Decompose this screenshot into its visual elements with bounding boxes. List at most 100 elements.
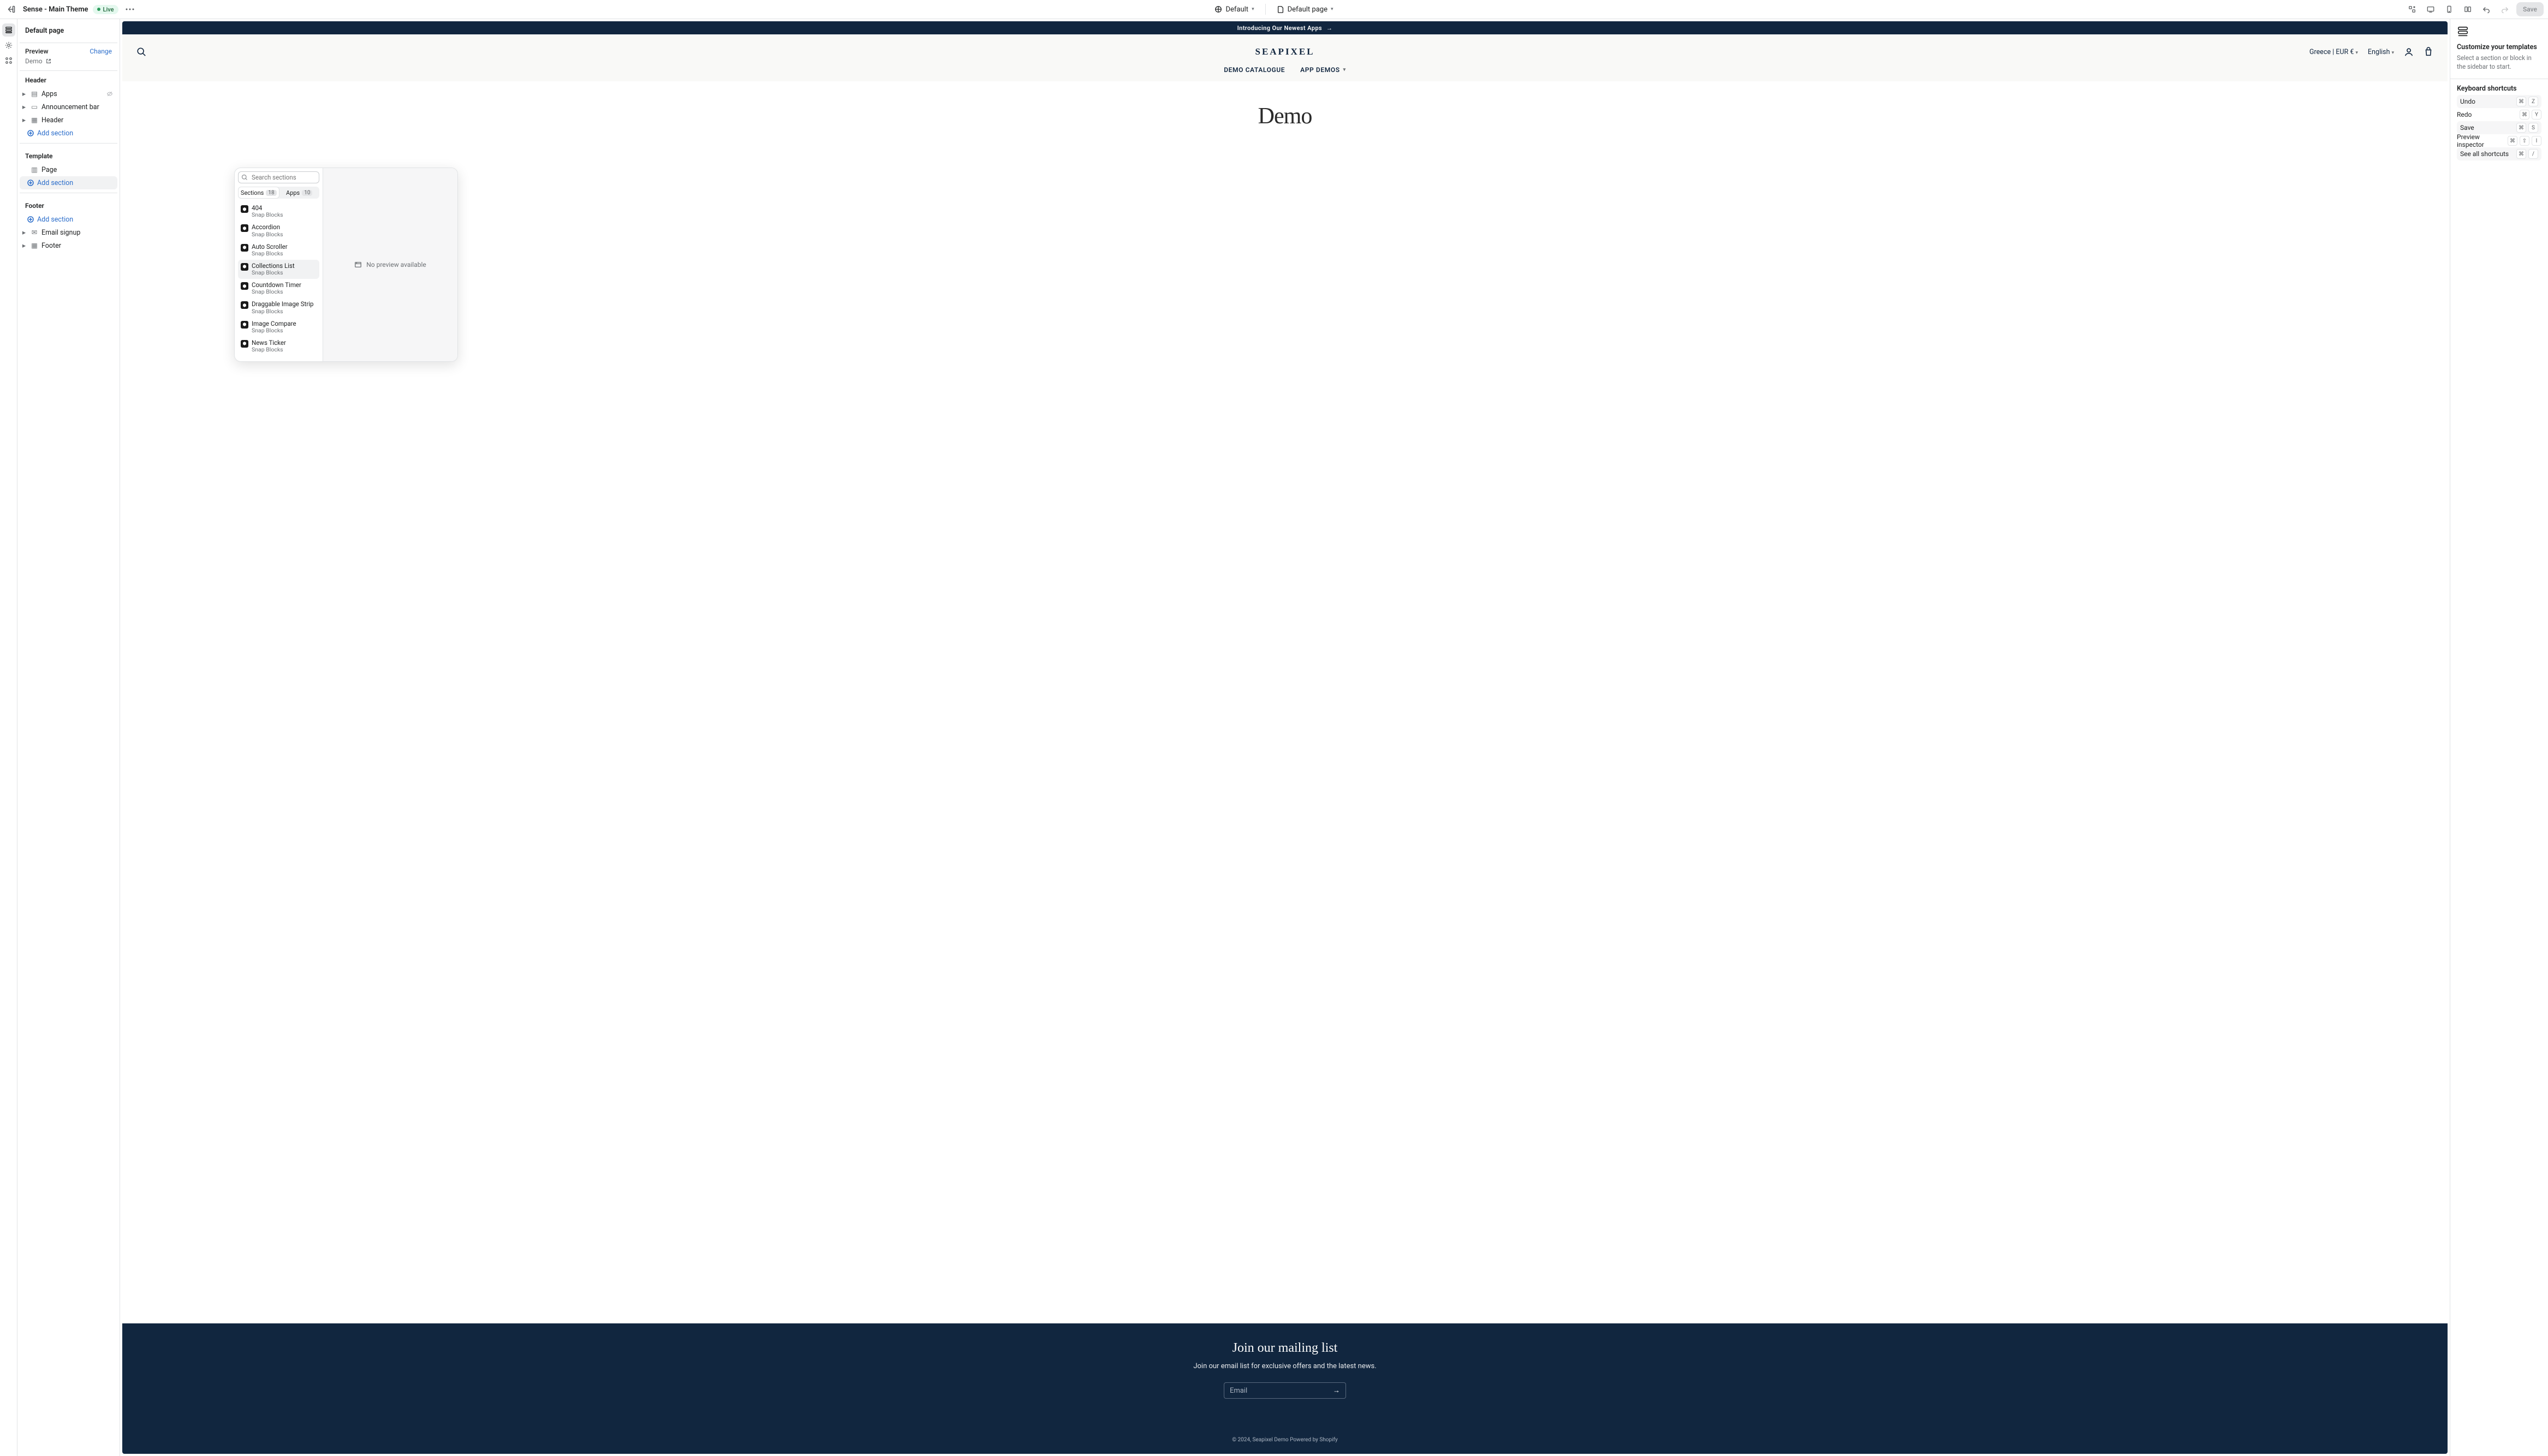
fullscreen-view-icon[interactable] [2461, 2, 2475, 16]
settings-rail-icon[interactable] [2, 39, 15, 52]
mobile-view-icon[interactable] [2442, 2, 2456, 16]
chevron-down-icon: ▾ [1343, 67, 1346, 73]
section-option[interactable]: ⬢Collections ListSnap Blocks [238, 260, 319, 279]
group-footer: Footer [20, 196, 117, 213]
bar-icon: ▭ [31, 103, 38, 111]
account-icon[interactable] [2404, 47, 2414, 57]
cart-icon[interactable] [2424, 47, 2433, 57]
add-section-template[interactable]: Add section [20, 176, 117, 189]
viewport-selector[interactable]: Default ▾ [1210, 2, 1258, 17]
chevron-down-icon: ▾ [2391, 50, 2394, 56]
inspector-toggle-icon[interactable] [2405, 2, 2419, 16]
section-option[interactable]: ⬢Countdown TimerSnap Blocks [238, 279, 319, 298]
separator [1265, 4, 1266, 15]
exit-editor-icon[interactable] [4, 2, 19, 16]
tree-item-footer[interactable]: ▸ ▦ Footer [20, 239, 117, 252]
plus-circle-icon [27, 130, 34, 136]
app-logo-icon: ⬢ [241, 224, 248, 232]
chevron-right-icon: ▸ [21, 103, 27, 111]
footer-heading: Join our mailing list [122, 1341, 2448, 1356]
section-option[interactable]: ⬢404Snap Blocks [238, 202, 319, 221]
shortcut-row: Redo⌘Y [2457, 108, 2541, 121]
more-actions-icon[interactable] [123, 2, 137, 16]
group-template: Template [20, 147, 117, 163]
copyright-text: © 2024, Seapixel Demo Powered by Shopify [122, 1437, 2448, 1443]
shortcut-row: Preview inspector⌘⇧I [2457, 134, 2541, 147]
add-section-header[interactable]: Add section [20, 127, 117, 140]
layout-icon: ▤ [31, 89, 38, 98]
email-input[interactable] [1230, 1387, 1333, 1395]
undo-icon[interactable] [2479, 2, 2493, 16]
change-preview-link[interactable]: Change [90, 47, 112, 55]
app-logo-icon: ⬢ [241, 340, 248, 348]
store-footer: Join our mailing list Join our email lis… [122, 1323, 2448, 1454]
tree-item-page[interactable]: ▥ Page [20, 163, 117, 176]
chevron-right-icon: ▸ [21, 116, 27, 124]
section-option[interactable]: ⬢News TickerSnap Blocks [238, 337, 319, 356]
keyboard-key: Y [2532, 110, 2541, 120]
customize-title: Customize your templates [2457, 43, 2541, 51]
region-selector[interactable]: Greece | EUR € ▾ [2309, 48, 2358, 56]
shortcuts-title: Keyboard shortcuts [2457, 85, 2541, 93]
inspector-sidebar: Customize your templates Select a sectio… [2450, 19, 2548, 1456]
page-icon [1277, 5, 1284, 13]
paint-icon [1215, 5, 1222, 13]
arrow-right-icon: → [1326, 25, 1332, 32]
nav-app-demos[interactable]: APP DEMOS ▾ [1300, 66, 1346, 74]
submit-arrow-icon[interactable]: → [1333, 1386, 1340, 1395]
keyboard-key: ⌘ [2516, 97, 2526, 106]
shortcut-row: See all shortcuts⌘/ [2457, 147, 2541, 160]
search-icon[interactable] [136, 47, 146, 57]
tab-sections[interactable]: Sections18 [239, 187, 279, 198]
preview-store-link[interactable]: Demo [20, 56, 117, 71]
status-dot-icon [97, 8, 100, 11]
header-icon: ▦ [31, 116, 38, 124]
section-option[interactable]: ⬢Image CompareSnap Blocks [238, 318, 319, 337]
no-preview-icon [354, 261, 362, 268]
preview-row: Preview Change [20, 46, 117, 56]
activity-rail [0, 19, 17, 1456]
section-option[interactable]: ⬢AccordionSnap Blocks [238, 221, 319, 240]
section-option[interactable]: ⬢Auto ScrollerSnap Blocks [238, 241, 319, 260]
template-selector[interactable]: Default page ▾ [1272, 2, 1338, 17]
mail-icon: ✉ [31, 228, 38, 237]
keyboard-key: S [2528, 123, 2538, 133]
chevron-right-icon: ▸ [21, 228, 27, 237]
sections-large-icon [2457, 26, 2541, 38]
search-icon [241, 174, 248, 181]
plus-circle-icon [27, 180, 34, 186]
tree-item-header[interactable]: ▸ ▦ Header [20, 114, 117, 127]
tree-item-email-signup[interactable]: ▸ ✉ Email signup [20, 226, 117, 239]
keyboard-key: ⌘ [2516, 149, 2526, 159]
section-picker-popover: Sections18 Apps10 ⬢404Snap Blocks⬢Accord… [234, 168, 458, 362]
email-signup-field[interactable]: → [1224, 1382, 1346, 1399]
footer-subtext: Join our email list for exclusive offers… [122, 1362, 2448, 1370]
hidden-icon[interactable] [106, 91, 114, 97]
language-selector[interactable]: English ▾ [2368, 48, 2394, 56]
nav-demo-catalogue[interactable]: DEMO CATALOGUE [1224, 66, 1285, 74]
tab-apps[interactable]: Apps10 [279, 187, 320, 199]
sections-rail-icon[interactable] [2, 23, 15, 37]
keyboard-key: ⌘ [2520, 110, 2529, 120]
store-logo[interactable]: SEAPIXEL [902, 46, 1668, 57]
section-list[interactable]: ⬢404Snap Blocks⬢AccordionSnap Blocks⬢Aut… [238, 202, 319, 358]
section-search-input[interactable] [238, 171, 319, 183]
announcement-bar[interactable]: Introducing Our Newest Apps → [122, 21, 2448, 34]
workspace: Default page Preview Change Demo Header … [0, 19, 2548, 1456]
tree-item-apps[interactable]: ▸ ▤ Apps [20, 87, 117, 100]
page-title: Default page [20, 25, 117, 39]
redo-icon [2498, 2, 2512, 16]
chevron-down-icon: ▾ [1252, 7, 1254, 12]
keyboard-key: I [2532, 136, 2541, 146]
chevron-down-icon: ▾ [1331, 7, 1333, 12]
section-option[interactable]: ⬢Draggable Image StripSnap Blocks [238, 298, 319, 317]
tree-item-announcement[interactable]: ▸ ▭ Announcement bar [20, 100, 117, 114]
customize-desc: Select a section or block in the sidebar… [2457, 53, 2541, 71]
section-option[interactable]: ⬢Shoppable VideosSnap Blocks [238, 356, 319, 358]
add-section-footer[interactable]: Add section [20, 213, 117, 226]
apps-rail-icon[interactable] [2, 54, 15, 67]
app-logo-icon: ⬢ [241, 205, 248, 213]
keyboard-key: ⌘ [2508, 136, 2517, 146]
desktop-view-icon[interactable] [2424, 2, 2438, 16]
chevron-down-icon: ▾ [2355, 50, 2358, 56]
